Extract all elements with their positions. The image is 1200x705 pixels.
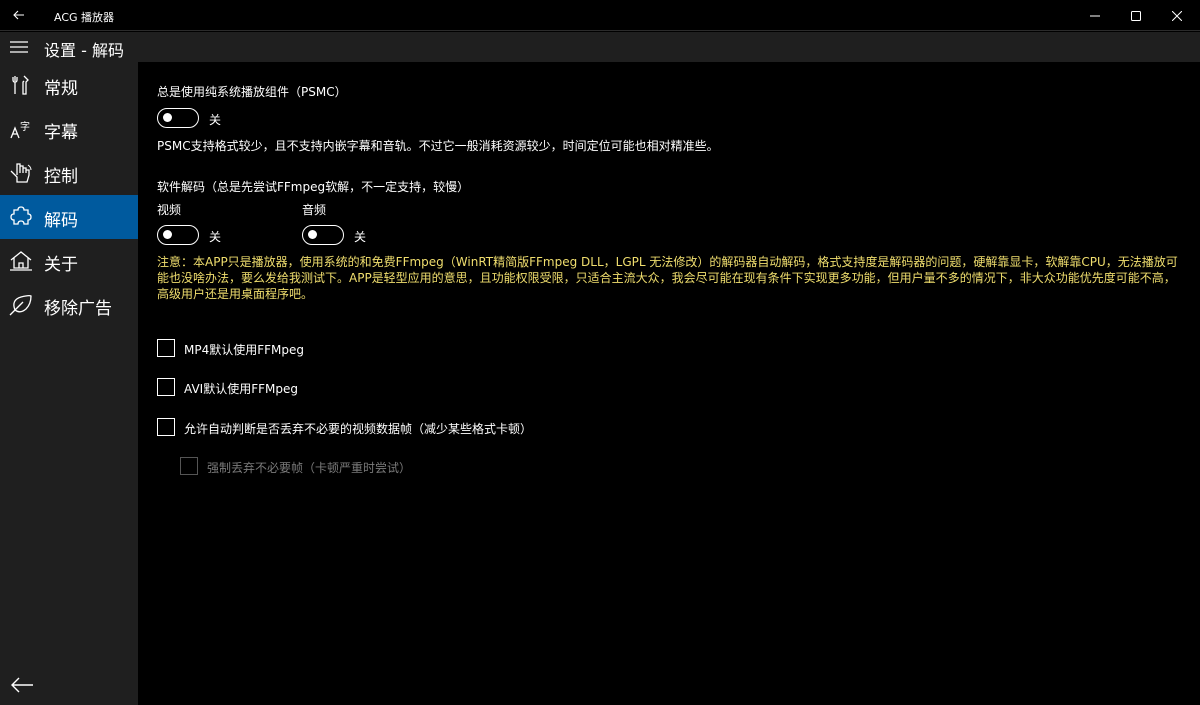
window-title: ACG 播放器	[54, 11, 115, 24]
video-decode-toggle[interactable]	[157, 225, 199, 245]
psmc-description: PSMC支持格式较少，且不支持内嵌字幕和音轨。不过它一般消耗资源较少，时间定位可…	[157, 139, 719, 153]
decoding-note: 注意：本APP只是播放器，使用系统的和免费FFmpeg（WinRT精简版FFmp…	[157, 255, 1178, 301]
sidebar-item-label: 控制	[44, 167, 78, 187]
minimize-button[interactable]	[1072, 0, 1118, 31]
audio-toggle-state: 关	[354, 230, 367, 244]
hamburger-icon	[10, 41, 28, 53]
home-icon	[8, 249, 34, 273]
force-drop-frames-checkbox[interactable]	[180, 457, 198, 475]
back-button[interactable]	[6, 3, 32, 27]
puzzle-icon	[8, 205, 34, 229]
sidebar-item-remove-ads[interactable]: 移除广告	[0, 283, 138, 327]
sidebar-item-label: 常规	[44, 79, 78, 99]
toggle-knob	[163, 230, 172, 239]
toggle-knob	[163, 113, 172, 122]
sidebar-item-label: 解码	[44, 211, 78, 231]
avi-ffmpeg-label: AVI默认使用FFMpeg	[184, 382, 298, 396]
sidebar-item-subtitles[interactable]: 字 字幕	[0, 107, 138, 151]
sidebar-item-controls[interactable]: 控制	[0, 151, 138, 195]
hand-icon	[8, 161, 34, 185]
audio-label: 音频	[302, 203, 327, 217]
text-icon: 字	[8, 117, 34, 141]
software-decode-label: 软件解码（总是先尝试FFmpeg软解，不一定支持，较慢）	[157, 180, 470, 194]
toggle-knob	[308, 230, 317, 239]
avi-ffmpeg-checkbox[interactable]	[157, 378, 175, 396]
video-toggle-state: 关	[209, 230, 222, 244]
settings-content: 总是使用纯系统播放组件（PSMC） 关 PSMC支持格式较少，且不支持内嵌字幕和…	[138, 62, 1200, 705]
svg-text:字: 字	[20, 120, 30, 133]
sidebar-item-about[interactable]: 关于	[0, 239, 138, 283]
arrow-left-icon	[11, 677, 33, 693]
sidebar-back-button[interactable]	[8, 672, 36, 698]
sidebar: 常规 字 字幕 控制 解码 关于 移除广告	[0, 62, 138, 705]
sidebar-item-decoding[interactable]: 解码	[0, 195, 138, 239]
close-button[interactable]	[1154, 0, 1200, 31]
psmc-label: 总是使用纯系统播放组件（PSMC）	[157, 85, 347, 99]
auto-drop-frames-checkbox[interactable]	[157, 418, 175, 436]
sidebar-item-label: 关于	[44, 255, 78, 275]
maximize-button[interactable]	[1113, 0, 1159, 31]
menu-button[interactable]	[6, 36, 32, 58]
sidebar-item-label: 移除广告	[44, 299, 112, 319]
force-drop-frames-label: 强制丢弃不必要帧（卡顿严重时尝试）	[207, 461, 412, 475]
minimize-icon	[1090, 15, 1100, 16]
page-header: 设置 - 解码	[0, 32, 1200, 62]
page-title: 设置 - 解码	[44, 41, 124, 60]
arrow-left-icon	[13, 10, 24, 20]
title-bar: ACG 播放器	[0, 0, 1200, 31]
close-icon	[1172, 10, 1182, 21]
mp4-ffmpeg-checkbox[interactable]	[157, 339, 175, 357]
psmc-toggle-state: 关	[209, 113, 222, 127]
sidebar-item-label: 字幕	[44, 123, 78, 143]
leaf-icon	[8, 293, 34, 317]
sidebar-item-general[interactable]: 常规	[0, 63, 138, 107]
mp4-ffmpeg-label: MP4默认使用FFMpeg	[184, 343, 305, 357]
audio-decode-toggle[interactable]	[302, 225, 344, 245]
video-label: 视频	[157, 203, 182, 217]
maximize-icon	[1131, 10, 1141, 21]
tools-icon	[8, 73, 34, 97]
auto-drop-frames-label: 允许自动判断是否丢弃不必要的视频数据帧（减少某些格式卡顿）	[184, 422, 533, 436]
psmc-toggle[interactable]	[157, 108, 199, 128]
